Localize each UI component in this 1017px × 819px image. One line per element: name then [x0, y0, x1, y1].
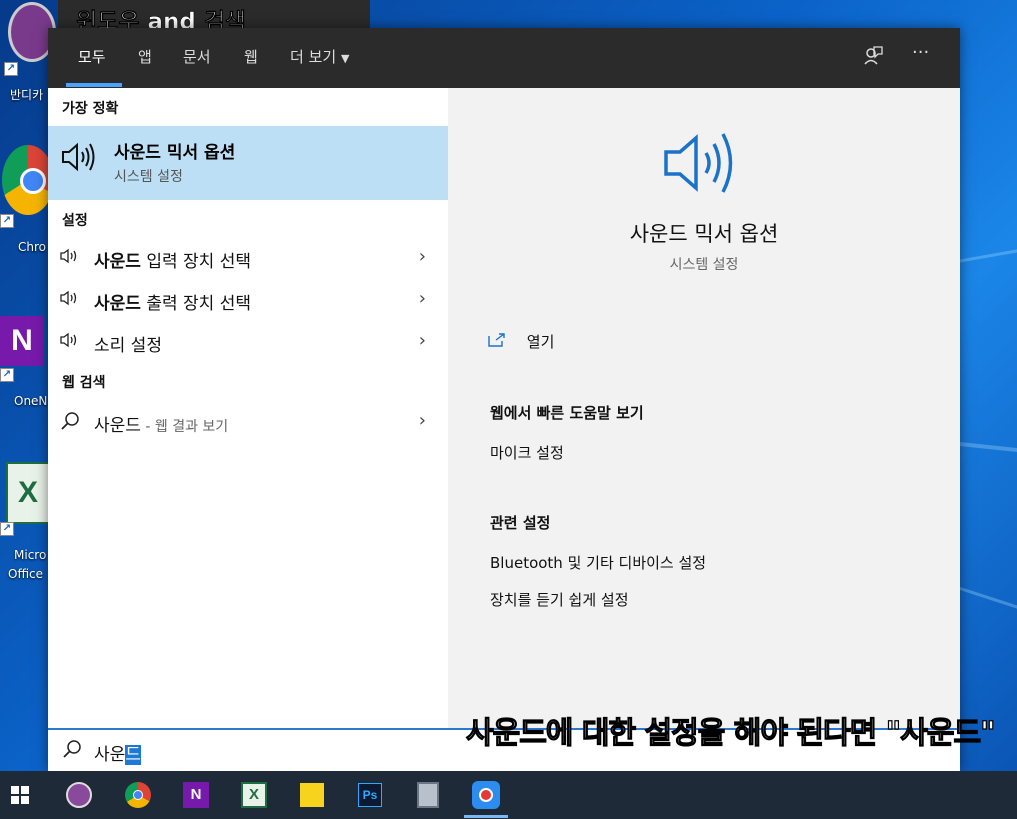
tab-documents[interactable]: 문서 — [183, 46, 211, 67]
chrome-icon — [125, 782, 151, 808]
shortcut-arrow-icon: ↗ — [4, 62, 18, 76]
open-label: 열기 — [526, 333, 555, 351]
chevron-right-icon: › — [418, 288, 426, 309]
windows-icon — [11, 786, 29, 804]
speaker-icon — [60, 290, 80, 310]
onenote-icon: N — [0, 316, 44, 366]
speaker-icon — [60, 248, 80, 268]
match-text: 사운드 — [94, 294, 141, 314]
web-help-header: 웹에서 빠른 도움말 보기 — [490, 404, 644, 422]
desktop-icon-label: Micro — [14, 548, 47, 562]
open-icon — [488, 333, 511, 351]
shortcut-arrow-icon: ↗ — [0, 368, 14, 382]
settings-item-sound[interactable]: 소리 설정 › — [48, 322, 448, 362]
taskbar-recorder[interactable] — [470, 779, 502, 811]
web-result-hint: - 웹 결과 보기 — [140, 419, 229, 435]
search-tabs-bar: 모두 앱 문서 웹 더 보기 ▼ ··· — [48, 28, 960, 88]
shortcut-arrow-icon: ↗ — [0, 522, 14, 536]
taskbar-sticky-notes[interactable] — [296, 779, 328, 811]
search-icon — [62, 739, 82, 764]
onenote-icon: N — [183, 782, 209, 808]
dropdown-arrow-icon: ▼ — [340, 52, 350, 65]
rest-text: 입력 장치 선택 — [140, 252, 251, 272]
speaker-icon — [60, 332, 80, 352]
taskbar-bandicam[interactable] — [63, 779, 95, 811]
settings-item-input-device[interactable]: 사운드 입력 장치 선택 › — [48, 238, 448, 278]
settings-item-label: 사운드 입력 장치 선택 — [94, 247, 251, 272]
search-selected-text: 드 — [125, 745, 141, 765]
desktop-icon-label: Chro — [18, 240, 46, 254]
chevron-right-icon: › — [418, 330, 426, 351]
video-subtitle: 사운드에 대한 설정을 해야 된다면 "사운드" — [465, 715, 996, 751]
chevron-right-icon: › — [418, 246, 426, 267]
settings-header: 설정 — [62, 213, 88, 229]
search-icon — [60, 411, 80, 435]
settings-item-output-device[interactable]: 사운드 출력 장치 선택 › — [48, 280, 448, 320]
chevron-right-icon: › — [418, 410, 426, 431]
desktop-icon-chrome[interactable]: ↗ Chro — [0, 140, 54, 260]
search-panel: 모두 앱 문서 웹 더 보기 ▼ ··· 가장 정확 사운드 믹서 옵션 시스템… — [48, 28, 960, 771]
related-settings-header: 관련 설정 — [490, 514, 551, 532]
sticky-notes-icon — [300, 783, 324, 807]
desktop-icon-label: 반디카 — [10, 88, 44, 102]
tab-active-indicator — [66, 83, 122, 87]
calculator-icon — [417, 782, 439, 808]
match-text: 사운드 — [94, 252, 141, 272]
search-typed-text: 사운 — [94, 745, 126, 765]
preview-title: 사운드 믹서 옵션 — [629, 222, 779, 246]
speaker-large-icon — [662, 128, 746, 198]
speaker-icon — [60, 140, 98, 182]
search-input[interactable]: 사운드 — [94, 740, 141, 765]
related-link-bluetooth[interactable]: Bluetooth 및 기타 디바이스 설정 — [490, 552, 706, 573]
web-search-label: 사운드 - 웹 결과 보기 — [94, 411, 228, 436]
taskbar-photoshop[interactable]: Ps — [354, 779, 386, 811]
photoshop-icon: Ps — [358, 783, 382, 807]
related-link-accessibility[interactable]: 장치를 듣기 쉽게 설정 — [490, 589, 629, 610]
taskbar-chrome[interactable] — [122, 779, 154, 811]
taskbar-onenote[interactable]: N — [180, 779, 212, 811]
desktop-icon-onenote[interactable]: N ↗ OneN — [0, 298, 52, 418]
start-button[interactable] — [4, 779, 36, 811]
desktop-icon-excel[interactable]: X ↗ Micro Office — [0, 458, 52, 588]
tab-apps[interactable]: 앱 — [138, 46, 152, 67]
record-dot — [479, 788, 493, 802]
desktop-icon-label: Office — [8, 567, 44, 581]
settings-item-label: 소리 설정 — [94, 331, 162, 356]
excel-icon: X — [241, 782, 267, 808]
tab-web[interactable]: 웹 — [244, 46, 258, 67]
best-match-sub: 시스템 설정 — [114, 169, 183, 185]
best-match-name: 사운드 믹서 옵션 — [114, 138, 235, 163]
open-action[interactable]: 열기 — [488, 331, 554, 352]
more-options-icon[interactable]: ··· — [912, 42, 929, 63]
best-match-header: 가장 정확 — [62, 101, 119, 117]
rest-text: 소리 설정 — [94, 336, 162, 356]
taskbar: N X Ps — [0, 771, 1017, 819]
taskbar-active-indicator — [464, 815, 508, 818]
help-link-mic-settings[interactable]: 마이크 설정 — [490, 442, 564, 463]
preview-pane: 사운드 믹서 옵션 시스템 설정 열기 웹에서 빠른 도움말 보기 마이크 설정… — [448, 88, 960, 728]
web-search-header: 웹 검색 — [62, 375, 106, 391]
desktop-icon-label: OneN — [14, 394, 48, 408]
taskbar-calculator[interactable] — [412, 779, 444, 811]
web-search-item[interactable]: 사운드 - 웹 결과 보기 › — [48, 402, 448, 442]
best-match-item[interactable]: 사운드 믹서 옵션 시스템 설정 — [48, 126, 448, 200]
rest-text: 출력 장치 선택 — [140, 294, 251, 314]
taskbar-excel[interactable]: X — [238, 779, 270, 811]
record-icon — [472, 781, 500, 809]
feedback-icon[interactable] — [862, 44, 884, 71]
best-match-name-text: 사운드 믹서 옵션 — [114, 143, 236, 163]
shortcut-arrow-icon: ↗ — [0, 214, 14, 228]
bandicam-icon — [66, 782, 92, 808]
match-text: 사운드 — [94, 416, 141, 436]
chrome-center — [133, 790, 143, 800]
results-list: 가장 정확 사운드 믹서 옵션 시스템 설정 설정 사운드 입력 장치 선택 ›… — [48, 88, 448, 728]
excel-icon: X — [6, 462, 50, 524]
preview-subtitle: 시스템 설정 — [669, 257, 739, 273]
tab-more[interactable]: 더 보기 ▼ — [290, 46, 349, 67]
tab-more-label: 더 보기 — [290, 48, 337, 66]
settings-item-label: 사운드 출력 장치 선택 — [94, 289, 251, 314]
tab-all[interactable]: 모두 — [78, 46, 106, 67]
chrome-center — [20, 168, 46, 194]
